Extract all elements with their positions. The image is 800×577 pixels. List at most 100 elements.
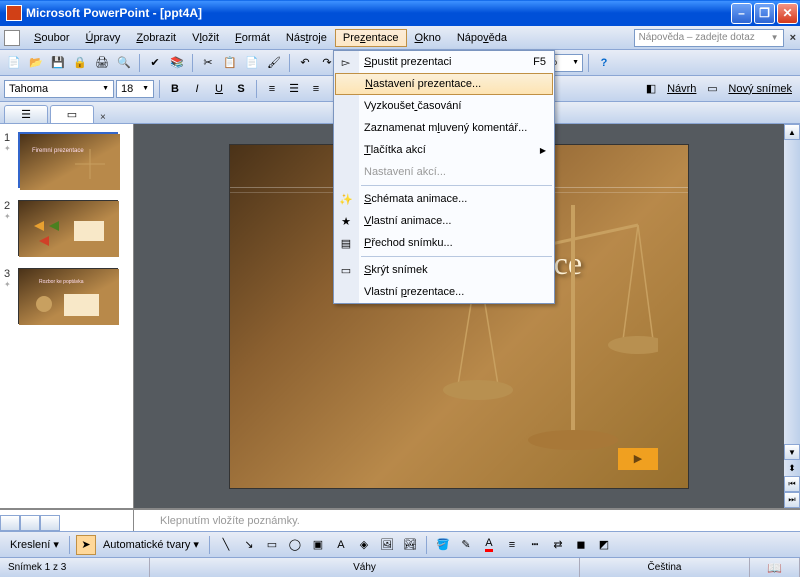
close-pane-button[interactable]: × (100, 112, 106, 123)
tab-outline[interactable]: ☰ (4, 105, 48, 123)
3d-icon[interactable]: ◩ (594, 535, 614, 555)
save-icon[interactable]: 💾 (48, 53, 68, 73)
menubar: SouborÚpravyZobrazitVložitFormátNástroje… (0, 26, 800, 50)
line-icon[interactable]: ╲ (216, 535, 236, 555)
align-right-icon[interactable]: ≡ (306, 79, 326, 99)
font-select[interactable]: Tahoma▼ (4, 80, 114, 98)
titlebar: Microsoft PowerPoint - [ppt4A] – ❐ ✕ (0, 0, 800, 26)
minimize-button[interactable]: – (731, 3, 752, 24)
maximize-button[interactable]: ❐ (754, 3, 775, 24)
fill-color-icon[interactable]: 🪣 (433, 535, 453, 555)
status-spell-icon[interactable]: 📖 (750, 558, 800, 577)
arrow-style-icon[interactable]: ⇄ (548, 535, 568, 555)
design-button[interactable]: ◧ (641, 79, 661, 99)
slide-thumbnails-pane: 1✦ Firemní prezentace 2✦ 3✦ Rozbor ke po… (0, 124, 134, 508)
menu-vložit[interactable]: Vložit (184, 29, 227, 47)
menu-prezentace[interactable]: Prezentace (335, 29, 407, 47)
menu-item-8[interactable]: ★Vlastní animace... (334, 210, 554, 232)
help-icon[interactable]: ? (594, 53, 614, 73)
new-slide-label[interactable]: Nový snímek (724, 83, 796, 95)
font-size-select[interactable]: 18▼ (116, 80, 154, 98)
new-slide-button[interactable]: ▭ (702, 79, 722, 99)
menu-nápověda[interactable]: Nápověda (449, 29, 515, 47)
oval-icon[interactable]: ◯ (285, 535, 305, 555)
vertical-scrollbar[interactable]: ▲ ▼ ⬍ ⏮ ⏭ (784, 124, 800, 508)
menu-soubor[interactable]: Soubor (26, 29, 77, 47)
paste-icon[interactable]: 📄 (242, 53, 262, 73)
select-arrow-icon[interactable]: ➤ (76, 535, 96, 555)
align-center-icon[interactable]: ☰ (284, 79, 304, 99)
clipart-icon[interactable]: 🖼 (377, 535, 397, 555)
prezentace-menu: ▻Spustit prezentaciF5Nastavení prezentac… (333, 50, 555, 304)
menu-zobrazit[interactable]: Zobrazit (128, 29, 184, 47)
svg-text:Rozbor ke poptávka: Rozbor ke poptávka (39, 279, 84, 285)
status-language[interactable]: Čeština (580, 558, 750, 577)
autoshapes-menu[interactable]: Automatické tvary ▾ (99, 538, 203, 551)
bold-button[interactable]: B (165, 79, 185, 99)
textbox-icon[interactable]: ▣ (308, 535, 328, 555)
tab-slides[interactable]: ▭ (50, 105, 94, 123)
notes-pane[interactable]: Klepnutím vložíte poznámky. (134, 509, 800, 531)
thumbnail-2[interactable] (18, 200, 118, 256)
close-doc-button[interactable]: × (790, 32, 796, 44)
menu-item-5: Nastavení akcí... (334, 161, 554, 183)
drawing-toolbar: Kreslení ▾ ➤ Automatické tvary ▾ ╲ ↘ ▭ ◯… (0, 531, 800, 557)
copy-icon[interactable]: 📋 (220, 53, 240, 73)
app-icon (6, 5, 22, 21)
menu-item-0[interactable]: ▻Spustit prezentaciF5 (334, 51, 554, 73)
wordart-icon[interactable]: A (331, 535, 351, 555)
status-slide-info: Snímek 1 z 3 (0, 558, 150, 577)
menu-nástroje[interactable]: Nástroje (278, 29, 335, 47)
line-style-icon[interactable]: ≡ (502, 535, 522, 555)
view-buttons (0, 509, 134, 531)
thumbnail-1[interactable]: Firemní prezentace (18, 132, 118, 188)
new-icon[interactable]: 📄 (4, 53, 24, 73)
align-left-icon[interactable]: ≡ (262, 79, 282, 99)
status-design: Váhy (150, 558, 580, 577)
design-label[interactable]: Návrh (663, 83, 700, 95)
close-button[interactable]: ✕ (777, 3, 798, 24)
menu-item-12[interactable]: Vlastní prezentace... (334, 281, 554, 303)
line-color-icon[interactable]: ✎ (456, 535, 476, 555)
menu-úpravy[interactable]: Úpravy (77, 29, 128, 47)
thumbnail-3[interactable]: Rozbor ke poptávka (18, 268, 118, 324)
menu-item-9[interactable]: ▤Přechod snímku... (334, 232, 554, 254)
format-painter-icon[interactable]: 🖌 (264, 53, 284, 73)
spellcheck-icon[interactable]: ✔ (145, 53, 165, 73)
undo-icon[interactable]: ↶ (295, 53, 315, 73)
font-color-icon[interactable]: A (479, 535, 499, 555)
statusbar: Snímek 1 z 3 Váhy Čeština 📖 (0, 557, 800, 577)
play-icon[interactable]: ▶ (618, 448, 658, 470)
rectangle-icon[interactable]: ▭ (262, 535, 282, 555)
draw-menu[interactable]: Kreslení ▾ (6, 538, 63, 551)
sorter-view-button[interactable] (20, 515, 40, 531)
research-icon[interactable]: 📚 (167, 53, 187, 73)
window-title: Microsoft PowerPoint - [ppt4A] (26, 6, 731, 20)
menu-item-3[interactable]: Zaznamenat mluvený komentář... (334, 117, 554, 139)
diagram-icon[interactable]: ◈ (354, 535, 374, 555)
open-icon[interactable]: 📂 (26, 53, 46, 73)
shadow-icon[interactable]: ◼ (571, 535, 591, 555)
arrow-icon[interactable]: ↘ (239, 535, 259, 555)
menu-okno[interactable]: Okno (407, 29, 449, 47)
preview-icon[interactable]: 🔍 (114, 53, 134, 73)
slideshow-view-button[interactable] (40, 515, 60, 531)
permission-icon[interactable]: 🔒 (70, 53, 90, 73)
dash-style-icon[interactable]: ┅ (525, 535, 545, 555)
picture-icon[interactable]: 🏞 (400, 535, 420, 555)
menu-item-7[interactable]: ✨Schémata animace... (334, 188, 554, 210)
menu-item-1[interactable]: Nastavení prezentace... (335, 73, 553, 95)
menu-item-4[interactable]: Tlačítka akcí▶ (334, 139, 554, 161)
normal-view-button[interactable] (0, 515, 20, 531)
document-icon (4, 30, 20, 46)
help-search-input[interactable]: Nápověda – zadejte dotaz▼ (634, 29, 784, 47)
menu-item-2[interactable]: Vyzkoušet časování (334, 95, 554, 117)
cut-icon[interactable]: ✂ (198, 53, 218, 73)
menu-formát[interactable]: Formát (227, 29, 278, 47)
svg-text:Firemní prezentace: Firemní prezentace (32, 148, 84, 154)
menu-item-11[interactable]: ▭Skrýt snímek (334, 259, 554, 281)
italic-button[interactable]: I (187, 79, 207, 99)
underline-button[interactable]: U (209, 79, 229, 99)
shadow-button[interactable]: S (231, 79, 251, 99)
print-icon[interactable]: 🖨 (92, 53, 112, 73)
